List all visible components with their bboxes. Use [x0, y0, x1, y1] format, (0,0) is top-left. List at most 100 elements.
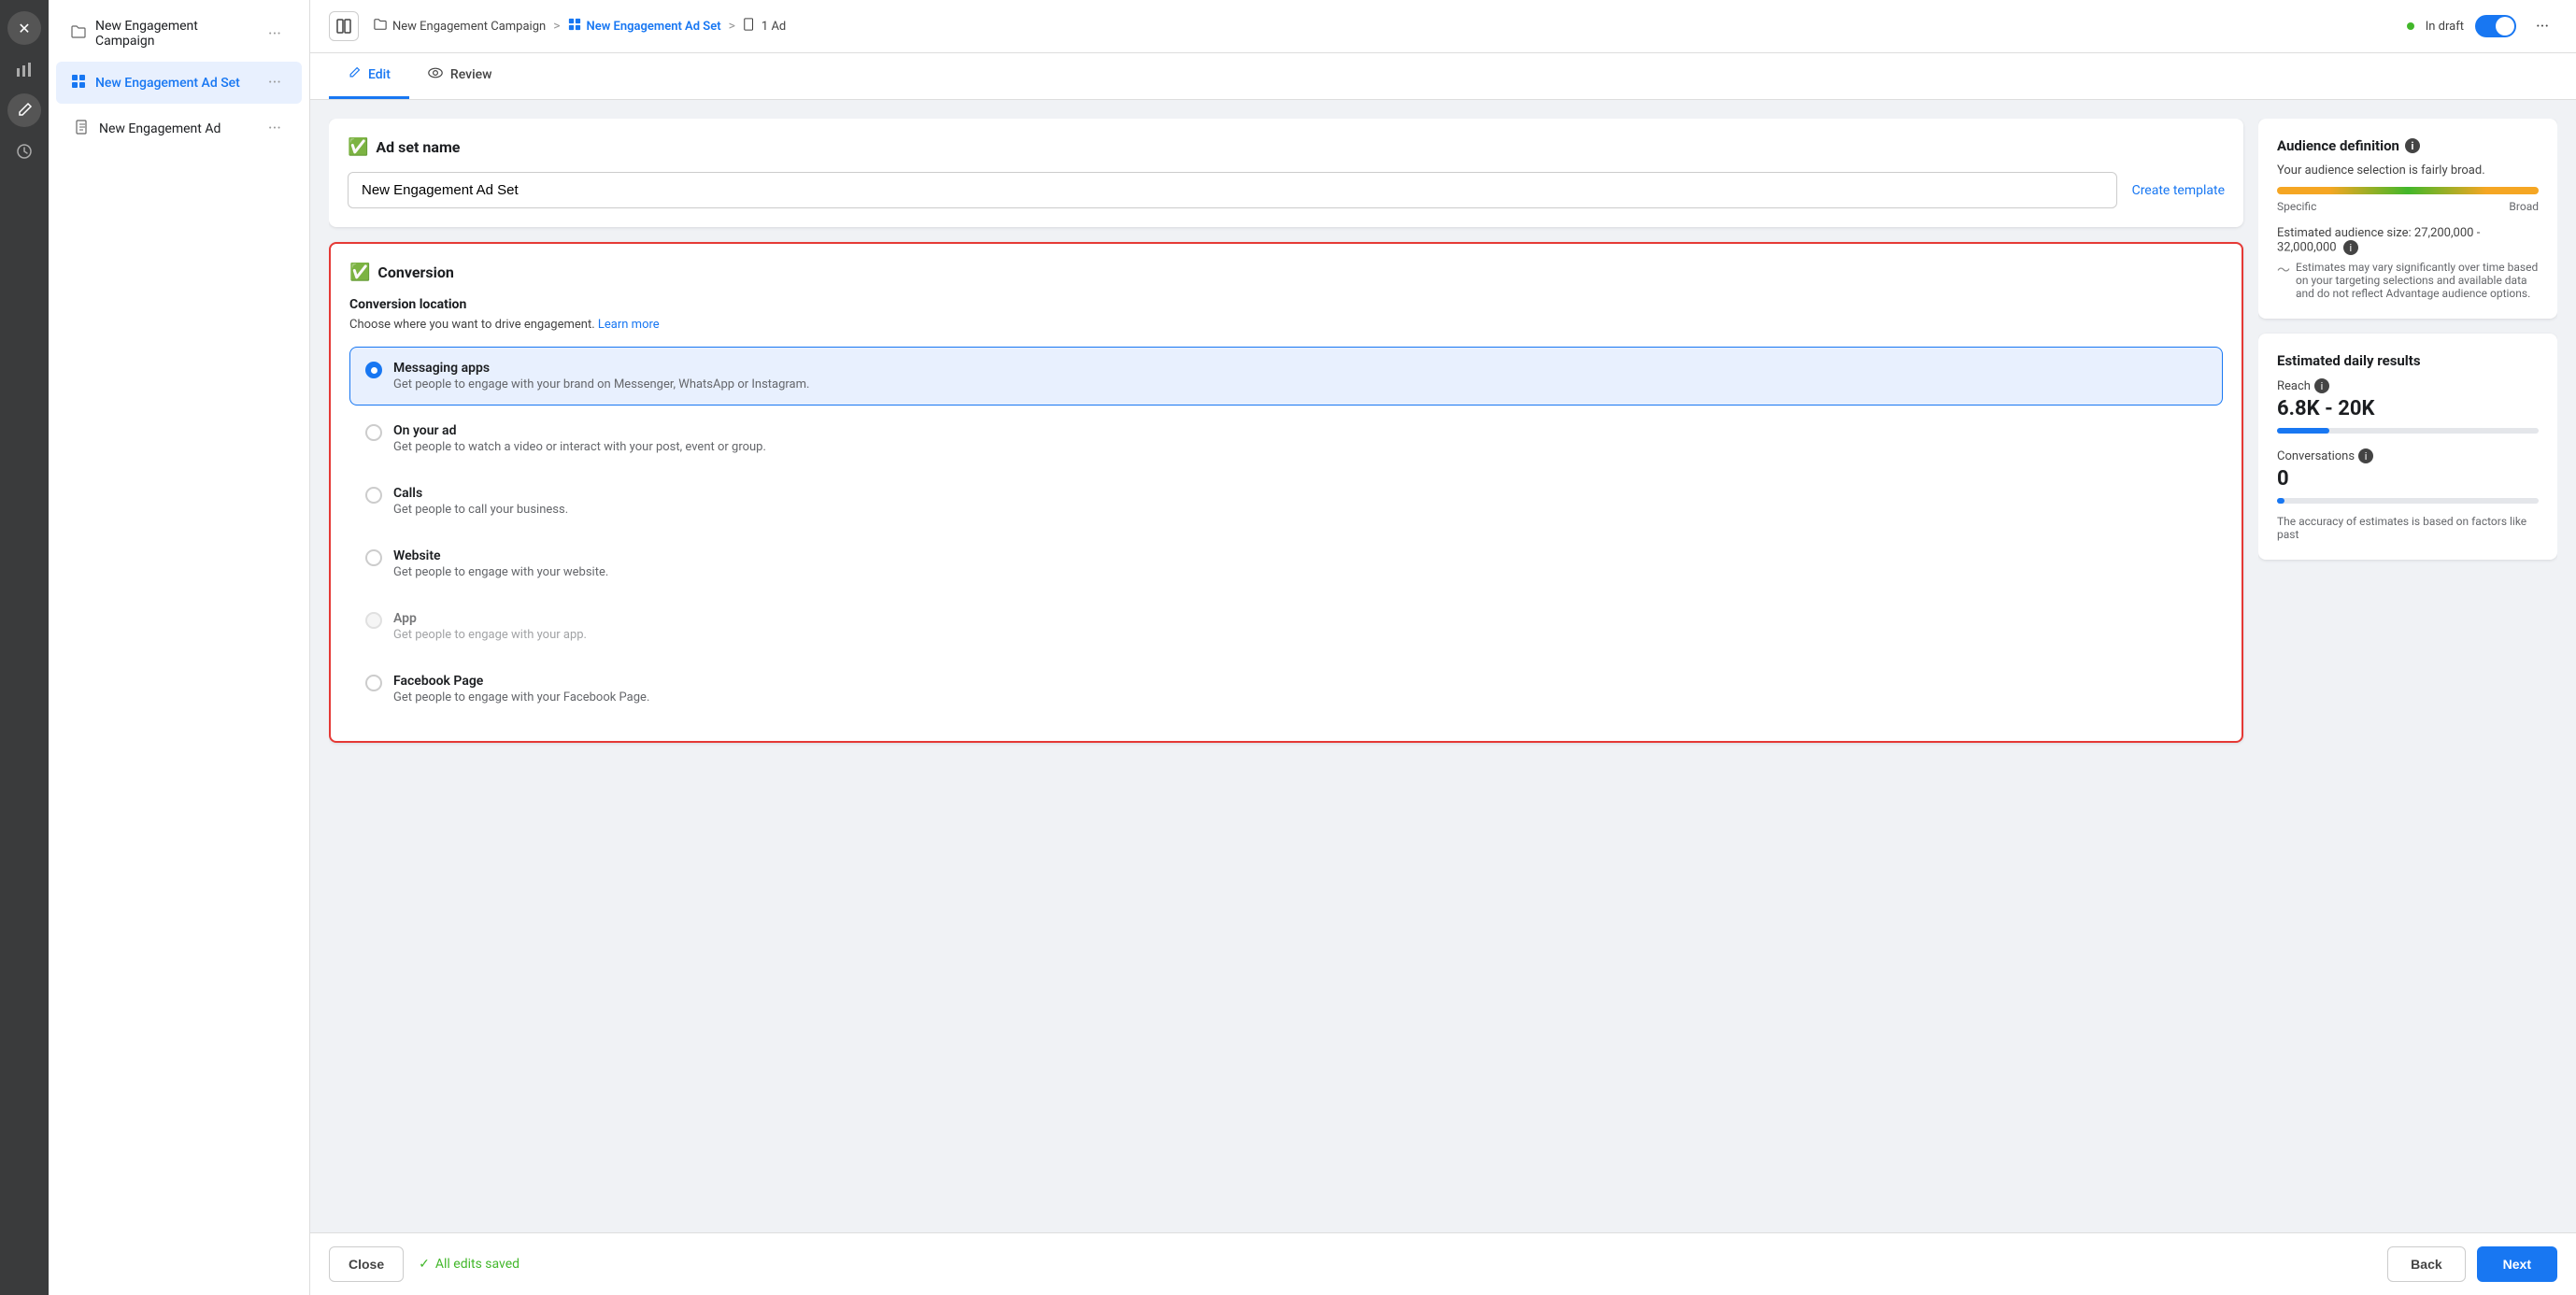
radio-website[interactable]: Website Get people to engage with your w…	[349, 534, 2223, 593]
radio-messaging-desc: Get people to engage with your brand on …	[393, 377, 809, 391]
bottom-right: Back Next	[2387, 1246, 2557, 1282]
adset-name-header: ✅ Ad set name	[348, 137, 2225, 157]
breadcrumb-ad[interactable]: 1 Ad	[743, 18, 786, 35]
bc-grid-icon	[568, 18, 581, 35]
reach-value: 6.8K - 20K	[2277, 397, 2539, 420]
history-button[interactable]	[7, 135, 41, 168]
radio-calls-label: Calls	[393, 486, 568, 501]
conversations-label: Conversations i	[2277, 448, 2539, 463]
conversion-card: ✅ Conversion Conversion location Choose …	[329, 242, 2243, 743]
create-template-link[interactable]: Create template	[2132, 183, 2225, 198]
charts-button[interactable]	[7, 52, 41, 86]
daily-results-card: Estimated daily results Reach i 6.8K - 2…	[2258, 334, 2557, 560]
radio-app-circle	[365, 612, 382, 629]
draft-toggle[interactable]	[2475, 15, 2516, 37]
breadcrumb-right: In draft ···	[2407, 11, 2557, 41]
close-sidebar-button[interactable]: ✕	[7, 11, 41, 45]
close-button[interactable]: Close	[329, 1246, 404, 1282]
conversations-info-icon[interactable]: i	[2358, 448, 2373, 463]
right-sidebar: Audience definition i Your audience sele…	[2258, 119, 2557, 1214]
back-button[interactable]: Back	[2387, 1246, 2465, 1282]
radio-app-content: App Get people to engage with your app.	[393, 611, 587, 642]
radio-messaging-circle	[365, 362, 382, 378]
radio-calls-desc: Get people to call your business.	[393, 503, 568, 517]
radio-facebook-page-content: Facebook Page Get people to engage with …	[393, 674, 649, 704]
radio-messaging[interactable]: Messaging apps Get people to engage with…	[349, 347, 2223, 406]
edit-nav-button[interactable]	[7, 93, 41, 127]
radio-facebook-page-circle	[365, 675, 382, 691]
breadcrumb-sep-1: >	[553, 19, 560, 34]
draft-status-dot	[2407, 22, 2414, 30]
adset-name-input-row: Create template	[348, 172, 2225, 208]
reach-bar	[2277, 428, 2539, 434]
radio-calls[interactable]: Calls Get people to call your business.	[349, 472, 2223, 531]
nav-item-campaign[interactable]: New Engagement Campaign ···	[56, 9, 302, 58]
form-column: ✅ Ad set name Create template ✅ Conversi…	[329, 119, 2258, 1214]
trend-icon: 〜	[2277, 261, 2290, 300]
breadcrumb-bar: New Engagement Campaign > New Engagement…	[310, 0, 2576, 53]
adset-label: New Engagement Ad Set	[95, 76, 253, 91]
reach-label: Reach i	[2277, 378, 2539, 393]
draft-status-label: In draft	[2426, 20, 2464, 34]
conversations-value: 0	[2277, 467, 2539, 491]
audience-definition-title: Audience definition i	[2277, 137, 2539, 154]
conversations-bar-fill	[2277, 498, 2284, 504]
ad-file-icon	[75, 120, 90, 138]
toggle-panel-button[interactable]	[329, 11, 359, 41]
radio-facebook-page[interactable]: Facebook Page Get people to engage with …	[349, 660, 2223, 719]
breadcrumb-campaign[interactable]: New Engagement Campaign	[374, 18, 546, 35]
audience-info-icon[interactable]: i	[2405, 138, 2420, 153]
radio-on-ad-circle	[365, 424, 382, 441]
grid-icon	[71, 74, 86, 92]
bottom-left: Close ✓ All edits saved	[329, 1246, 519, 1282]
bc-folder-icon	[374, 18, 387, 35]
radio-app-label: App	[393, 611, 587, 626]
edit-review-bar: Edit Review	[310, 53, 2576, 100]
daily-results-title: Estimated daily results	[2277, 352, 2539, 369]
nav-item-ad[interactable]: New Engagement Ad ···	[56, 107, 302, 149]
radio-website-label: Website	[393, 548, 608, 563]
ad-label: New Engagement Ad	[99, 121, 253, 136]
radio-calls-content: Calls Get people to call your business.	[393, 486, 568, 517]
breadcrumb-sep-2: >	[729, 19, 735, 34]
audience-meter	[2277, 187, 2539, 194]
adset-more-button[interactable]: ···	[263, 71, 287, 94]
tab-review[interactable]: Review	[409, 53, 511, 99]
audience-definition-card: Audience definition i Your audience sele…	[2258, 119, 2557, 319]
conversion-desc: Choose where you want to drive engagemen…	[349, 318, 2223, 332]
reach-info-icon[interactable]: i	[2314, 378, 2329, 393]
learn-more-link[interactable]: Learn more	[598, 318, 660, 332]
radio-on-ad[interactable]: On your ad Get people to watch a video o…	[349, 409, 2223, 468]
conversion-location-label: Conversion location	[349, 297, 2223, 312]
breadcrumb-ad-label: 1 Ad	[761, 20, 786, 34]
conversations-bar	[2277, 498, 2539, 504]
radio-app-desc: Get people to engage with your app.	[393, 628, 587, 642]
breadcrumb-more-button[interactable]: ···	[2527, 11, 2557, 41]
radio-app[interactable]: App Get people to engage with your app.	[349, 597, 2223, 656]
conversion-title: Conversion	[377, 263, 453, 281]
edit-tab-icon	[348, 66, 361, 83]
audience-meter-labels: Specific Broad	[2277, 200, 2539, 213]
nav-panel: New Engagement Campaign ··· New Engageme…	[49, 0, 310, 1295]
audience-size: Estimated audience size: 27,200,000 - 32…	[2277, 226, 2539, 255]
bottom-bar: Close ✓ All edits saved Back Next	[310, 1232, 2576, 1295]
radio-on-ad-desc: Get people to watch a video or interact …	[393, 440, 766, 454]
nav-item-adset[interactable]: New Engagement Ad Set ···	[56, 62, 302, 104]
campaign-label: New Engagement Campaign	[95, 19, 253, 49]
breadcrumb-campaign-label: New Engagement Campaign	[392, 20, 546, 34]
bc-ad-icon	[743, 18, 756, 35]
audience-size-info-icon[interactable]: i	[2343, 240, 2358, 255]
folder-icon	[71, 24, 86, 43]
audience-note: 〜 Estimates may vary significantly over …	[2277, 261, 2539, 300]
campaign-more-button[interactable]: ···	[263, 22, 287, 46]
audience-broad-label: Broad	[2509, 200, 2539, 213]
breadcrumb-adset[interactable]: New Engagement Ad Set	[568, 18, 721, 35]
audience-specific-label: Specific	[2277, 200, 2316, 213]
ad-more-button[interactable]: ···	[263, 117, 287, 140]
tab-edit[interactable]: Edit	[329, 53, 409, 99]
adset-name-input[interactable]	[348, 172, 2117, 208]
main-content: New Engagement Campaign > New Engagement…	[310, 0, 2576, 1295]
audience-desc: Your audience selection is fairly broad.	[2277, 164, 2539, 178]
radio-messaging-label: Messaging apps	[393, 361, 809, 376]
next-button[interactable]: Next	[2477, 1246, 2557, 1282]
